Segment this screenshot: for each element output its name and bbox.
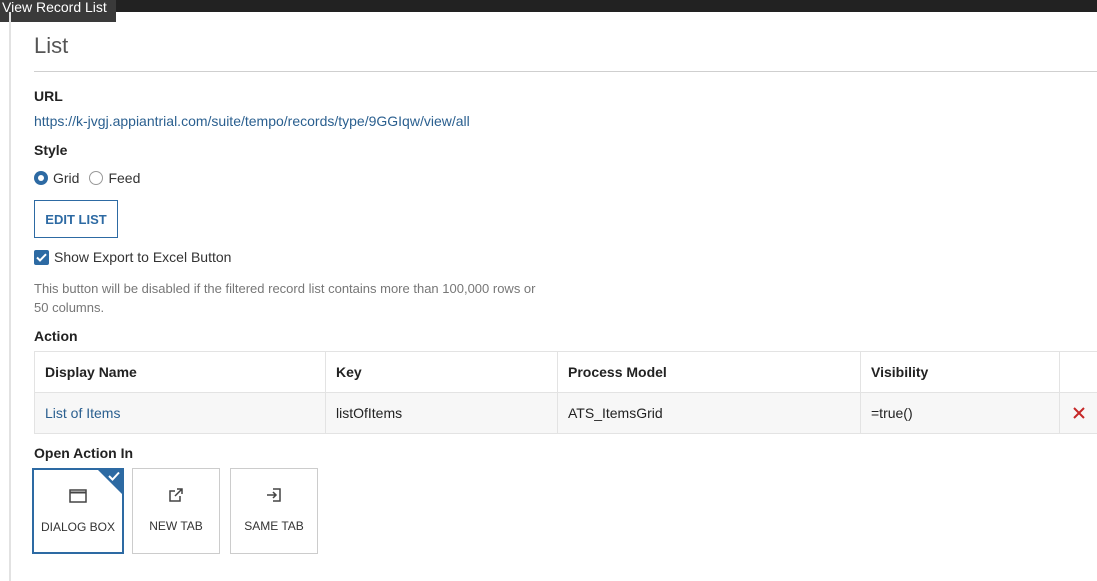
column-header-key: Key [325,352,557,392]
open-in-dialog-box-option[interactable]: DIALOG BOX [32,468,124,554]
left-divider [9,12,11,581]
checkmark-icon [108,471,120,481]
same-tab-label: SAME TAB [244,519,304,533]
open-action-in-label: Open Action In [34,445,134,461]
export-excel-label[interactable]: Show Export to Excel Button [54,249,231,265]
title-divider [34,71,1097,72]
action-process-model-cell: ATS_ItemsGrid [557,393,860,433]
new-tab-icon [169,488,183,502]
style-label: Style [34,142,68,158]
open-in-same-tab-option[interactable]: SAME TAB [230,468,318,554]
table-row: List of Items listOfItems ATS_ItemsGrid … [34,393,1097,434]
page-title: List [34,33,69,58]
record-list-url-link[interactable]: https://k-jvgj.appiantrial.com/suite/tem… [34,113,470,129]
edit-list-button[interactable]: EDIT LIST [34,200,118,238]
new-tab-label: NEW TAB [149,519,203,533]
action-label: Action [34,328,78,344]
action-visibility-cell: =true() [860,393,1059,433]
window-tab-title: View Record List [0,0,116,22]
dialog-box-icon [69,489,87,503]
dialog-box-label: DIALOG BOX [40,520,116,534]
action-display-name-link[interactable]: List of Items [34,393,325,433]
top-bar [0,0,1097,12]
export-excel-option: Show Export to Excel Button [34,249,231,265]
open-action-options: DIALOG BOX NEW TAB SAME TAB [32,468,328,554]
style-radio-feed[interactable] [89,171,104,185]
close-icon [1072,407,1085,419]
style-radio-grid[interactable] [34,171,48,185]
export-excel-checkbox[interactable] [34,249,49,265]
column-header-actions [1059,352,1097,392]
style-radio-group: Grid Feed [34,170,150,186]
url-label: URL [34,88,63,104]
open-in-new-tab-option[interactable]: NEW TAB [132,468,220,554]
action-table: Display Name Key Process Model Visibilit… [34,351,1097,434]
column-header-display-name: Display Name [34,352,325,392]
column-header-visibility: Visibility [860,352,1059,392]
export-helper-text: This button will be disabled if the filt… [34,281,536,315]
action-key-cell: listOfItems [325,393,557,433]
style-radio-grid-label[interactable]: Grid [53,170,79,186]
same-tab-icon [267,488,281,502]
table-header-row: Display Name Key Process Model Visibilit… [34,352,1097,393]
delete-action-button[interactable] [1059,393,1097,433]
checkmark-icon [36,253,47,262]
column-header-process-model: Process Model [557,352,860,392]
style-radio-feed-label[interactable]: Feed [108,170,140,186]
